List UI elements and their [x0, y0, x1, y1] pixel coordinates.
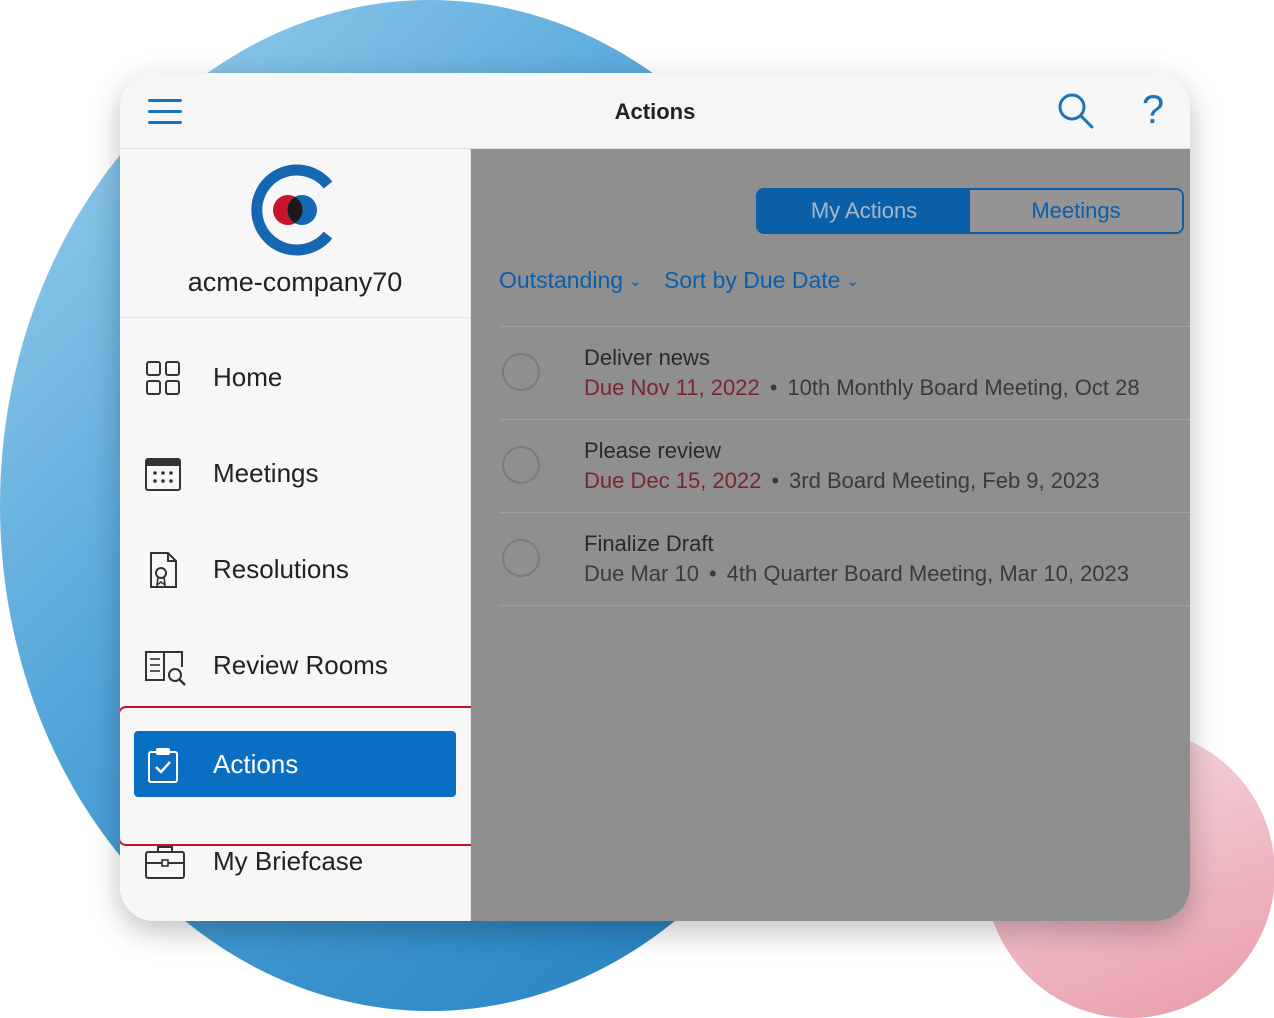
sidebar: acme-company70 Home Meetings Resolutions…	[120, 149, 504, 921]
tab-my-actions[interactable]: My Actions	[758, 190, 970, 232]
due-date: Due Nov 11, 2022	[584, 375, 760, 400]
action-row[interactable]: Finalize Draft Due Mar 10 • 4th Quarter Bo…	[499, 513, 1190, 606]
complete-checkbox[interactable]	[502, 446, 540, 484]
sort-dropdown[interactable]: Sort by Due Date ⌄	[664, 267, 859, 294]
meeting-name: 4th Quarter Board Meeting, Mar 10, 2023	[726, 561, 1129, 586]
action-meta: Due Dec 15, 2022 • 3rd Board Meeting, Feb …	[584, 468, 1100, 493]
document-certificate-icon	[144, 551, 182, 589]
help-icon[interactable]: ?	[1138, 87, 1168, 133]
sidebar-item-meetings[interactable]: Meetings	[134, 440, 456, 506]
due-date: Due Dec 15, 2022	[584, 468, 762, 493]
view-toggle: My Actions Meetings	[756, 188, 1184, 234]
complete-checkbox[interactable]	[502, 539, 540, 577]
sidebar-item-my-briefcase[interactable]: My Briefcase	[134, 828, 456, 894]
sidebar-item-home[interactable]: Home	[134, 344, 456, 410]
due-date: Due Mar 10	[584, 561, 699, 586]
review-book-icon	[144, 647, 186, 686]
top-bar: Actions ?	[120, 73, 1190, 149]
briefcase-icon	[144, 843, 185, 881]
clipboard-check-icon	[144, 746, 182, 784]
complete-checkbox[interactable]	[502, 353, 540, 391]
search-icon[interactable]	[1056, 91, 1096, 131]
grid-icon	[144, 359, 182, 397]
action-row[interactable]: Please review Due Dec 15, 2022 • 3rd Board…	[499, 420, 1190, 513]
sidebar-item-label: Resolutions	[213, 554, 349, 584]
sidebar-item-label: My Briefcase	[213, 846, 364, 876]
sidebar-item-review-rooms[interactable]: Review Rooms	[134, 632, 456, 698]
meeting-name: 10th Monthly Board Meeting, Oct 28	[787, 375, 1140, 400]
sidebar-item-label: Actions	[213, 749, 299, 779]
action-meta: Due Mar 10 • 4th Quarter Board Meeting, Ma…	[584, 561, 1129, 586]
page-title: Actions	[614, 99, 696, 124]
tab-meetings[interactable]: Meetings	[970, 190, 1182, 232]
company-logo	[246, 161, 344, 259]
action-title: Deliver news	[584, 345, 710, 370]
app-window: Actions ? acme-company70 Home Meetings R…	[120, 73, 1190, 921]
company-name: acme-company70	[187, 267, 403, 297]
action-title: Finalize Draft	[584, 531, 714, 556]
main-panel: My Actions Meetings Outstanding ⌄ Sort by…	[471, 149, 1190, 921]
sort-label: Sort by Due Date	[664, 267, 841, 293]
sidebar-item-label: Meetings	[213, 458, 319, 488]
action-row[interactable]: Deliver news Due Nov 11, 2022 • 10th Month…	[499, 327, 1190, 420]
chevron-down-icon: ⌄	[629, 273, 642, 290]
status-filter-label: Outstanding	[499, 267, 624, 293]
action-meta: Due Nov 11, 2022 • 10th Monthly Board Meet…	[584, 375, 1140, 400]
sidebar-item-resolutions[interactable]: Resolutions	[134, 536, 456, 602]
calendar-icon	[144, 455, 182, 493]
status-filter-dropdown[interactable]: Outstanding ⌄	[499, 267, 642, 294]
sidebar-divider	[120, 317, 470, 318]
action-title: Please review	[584, 438, 721, 463]
sidebar-item-label: Review Rooms	[213, 650, 388, 680]
chevron-down-icon: ⌄	[846, 273, 859, 290]
sidebar-item-label: Home	[213, 362, 283, 392]
filter-bar: Outstanding ⌄ Sort by Due Date ⌄	[499, 267, 875, 294]
meeting-name: 3rd Board Meeting, Feb 9, 2023	[789, 468, 1100, 493]
sidebar-item-actions[interactable]: Actions	[134, 731, 456, 797]
